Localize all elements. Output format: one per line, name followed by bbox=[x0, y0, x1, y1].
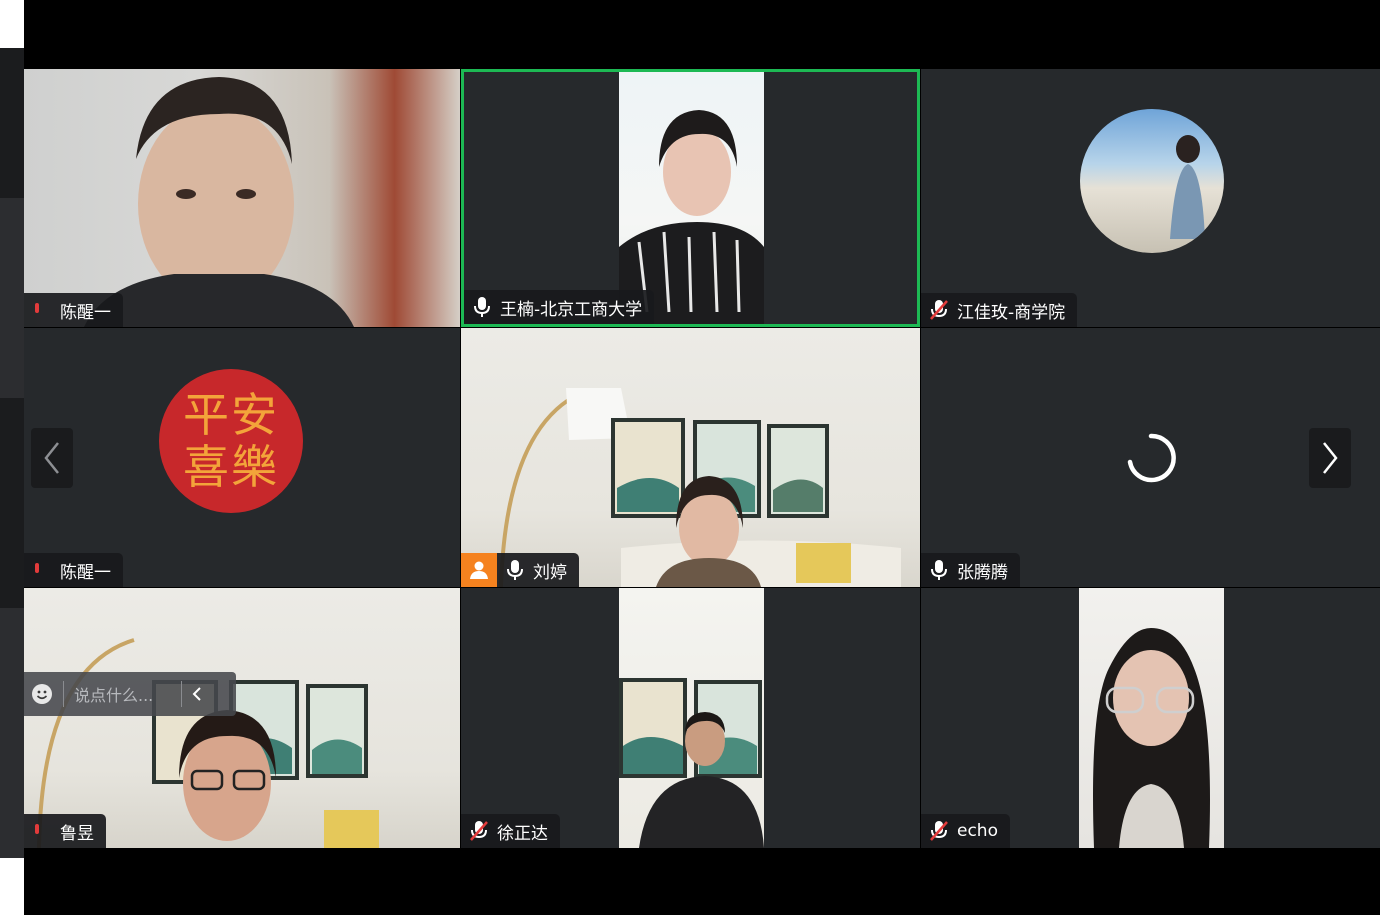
participant-name: 徐正达 bbox=[497, 823, 548, 844]
microphone-icon bbox=[929, 559, 949, 581]
chevron-left-icon bbox=[44, 442, 59, 474]
loading-spinner-icon bbox=[1127, 433, 1176, 483]
name-tag: 陈醒一 bbox=[24, 293, 123, 327]
microphone-muted-icon bbox=[929, 299, 949, 321]
chevron-right-icon bbox=[1323, 442, 1338, 474]
screen: 陈醒一 王楠-北京工商大学 江佳玫-商学院 平安 喜樂 陈醒一 刘婷 张腾腾 鲁… bbox=[0, 0, 1380, 915]
person-silhouette bbox=[619, 110, 764, 324]
microphone-icon bbox=[472, 296, 492, 318]
participant-video bbox=[619, 588, 764, 848]
participant-tile[interactable]: 刘婷 bbox=[461, 328, 920, 587]
participant-name: 刘婷 bbox=[533, 562, 567, 583]
room-background bbox=[619, 678, 764, 848]
participant-video bbox=[24, 588, 460, 848]
chevron-left-icon bbox=[192, 687, 201, 701]
name-tag: echo bbox=[921, 814, 1010, 848]
microphone-icon bbox=[32, 820, 52, 842]
room-background bbox=[499, 388, 901, 587]
microphone-icon bbox=[32, 559, 52, 581]
name-tag: 陈醒一 bbox=[24, 553, 123, 587]
meeting-window: 陈醒一 王楠-北京工商大学 江佳玫-商学院 平安 喜樂 陈醒一 刘婷 张腾腾 鲁… bbox=[24, 0, 1380, 915]
participant-video bbox=[24, 69, 460, 327]
name-tag: 刘婷 bbox=[461, 553, 579, 587]
participant-name: echo bbox=[957, 821, 998, 841]
name-tag: 王楠-北京工商大学 bbox=[464, 290, 655, 324]
person-silhouette bbox=[84, 77, 354, 327]
participant-tile[interactable]: 张腾腾 bbox=[921, 328, 1380, 587]
participant-name: 陈醒一 bbox=[60, 562, 111, 583]
participant-avatar bbox=[1080, 109, 1224, 253]
microphone-icon bbox=[32, 299, 52, 321]
participant-tile[interactable]: 平安 喜樂 陈醒一 bbox=[24, 328, 460, 587]
microphone-icon bbox=[505, 559, 525, 581]
participant-avatar: 平安 喜樂 bbox=[159, 369, 303, 513]
person-silhouette bbox=[1093, 628, 1210, 848]
participant-tile[interactable]: echo bbox=[921, 588, 1380, 848]
participant-video bbox=[1079, 588, 1224, 848]
name-tag: 张腾腾 bbox=[921, 553, 1020, 587]
name-tag: 江佳玫-商学院 bbox=[921, 293, 1078, 327]
participant-name: 王楠-北京工商大学 bbox=[500, 299, 643, 320]
left-panel-segment bbox=[0, 608, 24, 858]
microphone-muted-icon bbox=[469, 820, 489, 842]
participant-name: 江佳玫-商学院 bbox=[957, 302, 1066, 323]
divider bbox=[63, 681, 64, 707]
previous-page-button[interactable] bbox=[31, 428, 73, 488]
participant-tile[interactable]: 鲁昱 bbox=[24, 588, 460, 848]
participant-name: 张腾腾 bbox=[957, 562, 1008, 583]
participant-tile[interactable]: 陈醒一 bbox=[24, 69, 460, 327]
microphone-muted-icon bbox=[929, 820, 949, 842]
chat-input-bar[interactable]: 说点什么... bbox=[24, 672, 236, 716]
room-background bbox=[37, 638, 379, 848]
chat-input-placeholder[interactable]: 说点什么... bbox=[74, 682, 169, 706]
smiley-icon[interactable] bbox=[31, 683, 53, 705]
participant-name: 陈醒一 bbox=[60, 302, 111, 323]
left-panel-segment bbox=[0, 198, 24, 398]
participant-video bbox=[461, 328, 920, 587]
participant-tile-active-speaker[interactable]: 王楠-北京工商大学 bbox=[461, 69, 920, 327]
participant-name: 鲁昱 bbox=[60, 823, 94, 844]
participant-tile[interactable]: 江佳玫-商学院 bbox=[921, 69, 1380, 327]
video-grid: 陈醒一 王楠-北京工商大学 江佳玫-商学院 平安 喜樂 陈醒一 刘婷 张腾腾 鲁… bbox=[24, 69, 1380, 848]
avatar-text-line: 平安 bbox=[183, 388, 279, 442]
participant-video bbox=[619, 72, 764, 324]
next-page-button[interactable] bbox=[1309, 428, 1351, 488]
left-side-panel bbox=[0, 48, 24, 858]
name-tag: 徐正达 bbox=[461, 814, 560, 848]
avatar-text-line: 喜樂 bbox=[183, 440, 279, 494]
name-tag: 鲁昱 bbox=[24, 814, 106, 848]
collapse-chat-button[interactable] bbox=[182, 686, 212, 702]
participant-tile[interactable]: 徐正达 bbox=[461, 588, 920, 848]
host-person-icon bbox=[461, 553, 497, 587]
